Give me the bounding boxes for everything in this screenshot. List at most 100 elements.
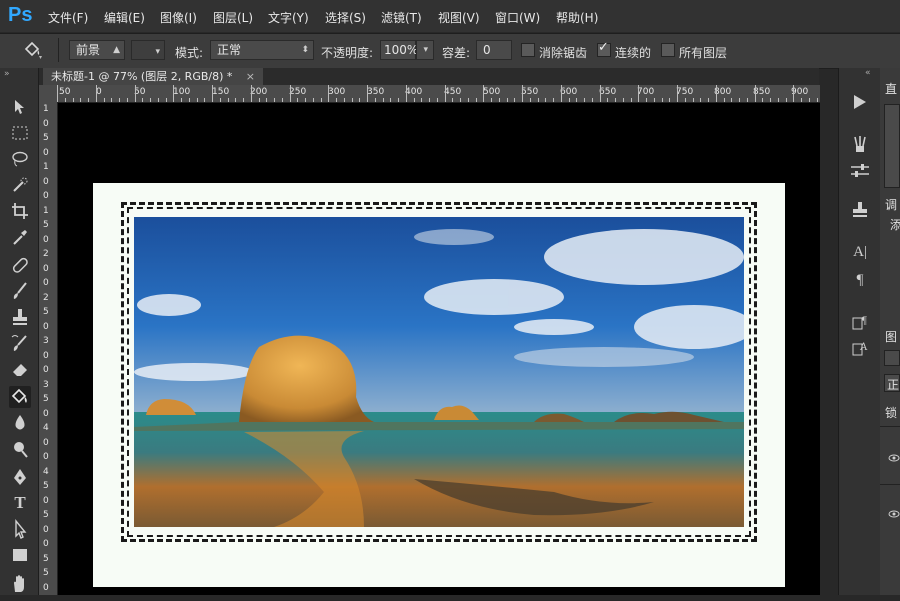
vertical-ruler[interactable]: 1050100150200250300350400450500550 <box>39 102 58 595</box>
ruler-tick <box>429 98 430 102</box>
opacity-dropdown[interactable]: ▾ <box>416 40 434 60</box>
menu-view[interactable]: 视图(V) <box>438 9 480 26</box>
fill-source-select[interactable]: 前景 ▲ <box>69 40 125 60</box>
menu-layer[interactable]: 图层(L) <box>213 9 253 26</box>
photo-layer[interactable] <box>121 202 757 542</box>
blend-mode-select[interactable]: 正 <box>884 374 900 392</box>
ruler-label: 0 <box>43 437 49 448</box>
ruler-tick <box>305 98 306 102</box>
expand-arrows-icon[interactable]: « <box>865 68 871 78</box>
histogram-panel-title[interactable]: 直 <box>885 80 897 97</box>
opacity-input[interactable]: 100% <box>380 40 418 60</box>
options-bar: 前景 ▲ ▾ 模式: 正常 ⬍ 不透明度: 100% ▾ 容差: 0 消除锯齿 … <box>0 33 900 69</box>
path-select-icon[interactable] <box>9 518 31 540</box>
eraser-icon[interactable] <box>9 358 31 380</box>
ruler-tick <box>522 85 523 102</box>
menu-file[interactable]: 文件(F) <box>48 9 88 26</box>
ruler-label: 0 <box>43 365 49 375</box>
ruler-tick <box>243 98 244 102</box>
ruler-label: 0 <box>43 408 49 419</box>
menu-image[interactable]: 图像(I) <box>160 9 197 26</box>
eyedropper-icon[interactable] <box>9 226 31 248</box>
crop-tool-icon[interactable] <box>9 200 31 222</box>
menu-type[interactable]: 文字(Y) <box>268 9 309 26</box>
collapse-arrows-icon[interactable]: » <box>4 69 10 79</box>
canvas-area[interactable] <box>58 103 820 595</box>
paragraph-panel-icon[interactable]: ¶ <box>848 270 872 290</box>
ruler-label: 5 <box>43 394 49 404</box>
ruler-tick <box>188 98 190 102</box>
paint-bucket-preset-icon[interactable] <box>22 40 44 60</box>
paint-bucket-icon[interactable] <box>9 386 31 408</box>
mode-value: 正常 <box>217 43 242 57</box>
ruler-tick <box>808 98 810 102</box>
character-panel-icon[interactable]: A| <box>848 242 872 262</box>
document-canvas[interactable] <box>93 183 785 587</box>
character-styles-icon[interactable]: A <box>848 338 872 358</box>
ruler-tick <box>219 98 221 102</box>
brush-presets-icon[interactable] <box>848 134 872 154</box>
ruler-label: 4 <box>43 466 49 477</box>
ruler-tick <box>95 85 97 102</box>
ruler-tick <box>196 98 198 102</box>
ruler-tick <box>491 98 492 102</box>
move-tool-icon[interactable] <box>9 96 31 118</box>
menu-help[interactable]: 帮助(H) <box>556 9 598 26</box>
contiguous-checkbox[interactable] <box>597 40 611 57</box>
ruler-tick <box>289 85 291 102</box>
lasso-tool-icon[interactable] <box>9 148 31 170</box>
pattern-picker[interactable]: ▾ <box>131 40 165 60</box>
ruler-tick <box>320 98 322 102</box>
all-layers-checkbox[interactable] <box>661 43 675 57</box>
adjustments-panel-title[interactable]: 调 <box>885 196 897 213</box>
close-tab-icon[interactable]: × <box>246 68 255 85</box>
tolerance-input[interactable]: 0 <box>476 40 512 60</box>
ruler-tick <box>483 85 485 102</box>
paragraph-styles-icon[interactable]: ¶ <box>848 312 872 332</box>
menu-edit[interactable]: 编辑(E) <box>104 9 145 26</box>
layer-filter-search-icon[interactable] <box>884 350 900 366</box>
healing-brush-icon[interactable] <box>9 254 31 276</box>
antialias-checkbox[interactable] <box>521 43 535 57</box>
layer-visibility-eye-icon[interactable] <box>888 452 900 466</box>
layer-visibility-eye-icon[interactable] <box>888 508 900 522</box>
marquee-tool-icon[interactable] <box>9 122 31 144</box>
chevron-down-icon: ▾ <box>155 47 160 57</box>
hand-tool-icon[interactable] <box>9 572 31 594</box>
document-tab[interactable]: 未标题-1 @ 77% (图层 2, RGB/8) * × <box>43 68 263 85</box>
dodge-tool-icon[interactable] <box>9 438 31 460</box>
menu-select[interactable]: 选择(S) <box>325 9 366 26</box>
play-action-icon[interactable] <box>848 92 872 112</box>
blur-tool-icon[interactable] <box>9 412 31 434</box>
chevron-down-icon: ▾ <box>423 45 428 55</box>
ruler-tick <box>553 98 554 102</box>
pen-tool-icon[interactable] <box>9 466 31 488</box>
ruler-label: 2 <box>43 249 49 259</box>
toolbox: » T <box>0 68 39 595</box>
ruler-tick <box>475 98 477 102</box>
all-layers-label: 所有图层 <box>679 46 728 60</box>
brush-settings-icon[interactable] <box>848 160 872 180</box>
horizontal-ruler[interactable]: 50 0 50 100 150 200 250 300 350 400 450 … <box>57 85 820 103</box>
ruler-tick <box>638 85 640 102</box>
ruler-tick <box>398 98 399 102</box>
ruler-tick <box>661 98 663 102</box>
rectangle-tool-icon[interactable] <box>9 544 31 566</box>
mode-select[interactable]: 正常 ⬍ <box>210 40 314 60</box>
history-brush-icon[interactable] <box>9 332 31 354</box>
clone-stamp-icon[interactable] <box>9 306 31 328</box>
ruler-origin[interactable] <box>39 85 57 102</box>
brush-tool-icon[interactable] <box>9 280 31 302</box>
layers-panel-title[interactable]: 图 <box>885 328 897 345</box>
type-tool-icon[interactable]: T <box>9 492 31 514</box>
clone-source-icon[interactable] <box>848 200 872 220</box>
ruler-label: 0 <box>43 539 49 549</box>
menu-window[interactable]: 窗口(W) <box>495 9 540 26</box>
ruler-tick <box>731 98 733 102</box>
ruler-label: 0 <box>43 321 49 332</box>
menu-filter[interactable]: 滤镜(T) <box>381 9 422 26</box>
ruler-label: 4 <box>43 423 49 433</box>
quick-select-icon[interactable] <box>9 174 31 196</box>
ruler-tick <box>157 98 159 102</box>
ruler-label: 0 <box>43 263 49 274</box>
